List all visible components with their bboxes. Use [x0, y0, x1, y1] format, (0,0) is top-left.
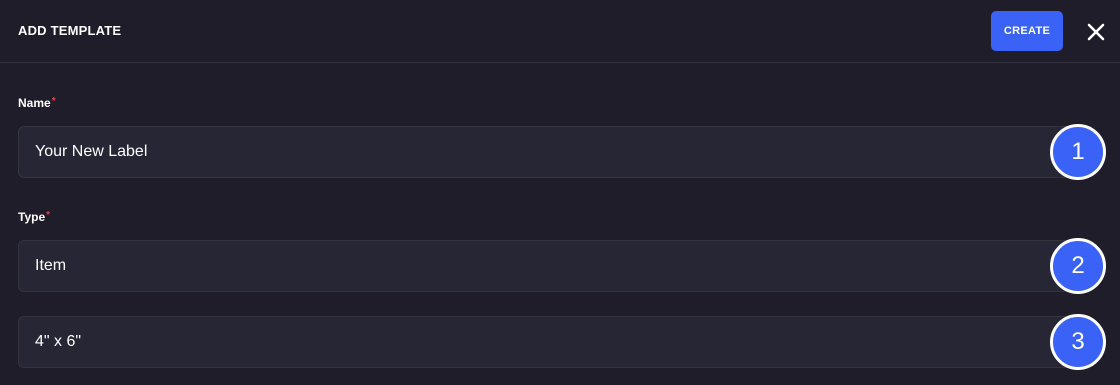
type-label-text: Type: [18, 210, 46, 224]
name-label-text: Name: [18, 96, 51, 110]
type-select-value: Item: [35, 257, 67, 274]
required-marker: *: [46, 210, 51, 221]
type-select[interactable]: Item: [18, 240, 1092, 292]
step-badge-2: 2: [1050, 238, 1106, 294]
name-field-label: Name*: [18, 96, 56, 110]
size-select-value: 4" x 6": [35, 333, 82, 350]
type-field-label: Type*: [18, 210, 50, 224]
modal-title: ADD TEMPLATE: [18, 23, 122, 38]
required-marker: *: [51, 96, 56, 107]
name-input-value: Your New Label: [35, 143, 148, 160]
create-button[interactable]: CREATE: [991, 11, 1063, 51]
modal-header: ADD TEMPLATE CREATE: [0, 0, 1120, 63]
step-badge-3: 3: [1050, 314, 1106, 370]
close-button[interactable]: [1082, 18, 1110, 46]
close-icon: [1087, 23, 1105, 41]
step-badge-1: 1: [1050, 124, 1106, 180]
size-select[interactable]: 4" x 6": [18, 316, 1092, 368]
name-input[interactable]: Your New Label: [18, 126, 1092, 178]
